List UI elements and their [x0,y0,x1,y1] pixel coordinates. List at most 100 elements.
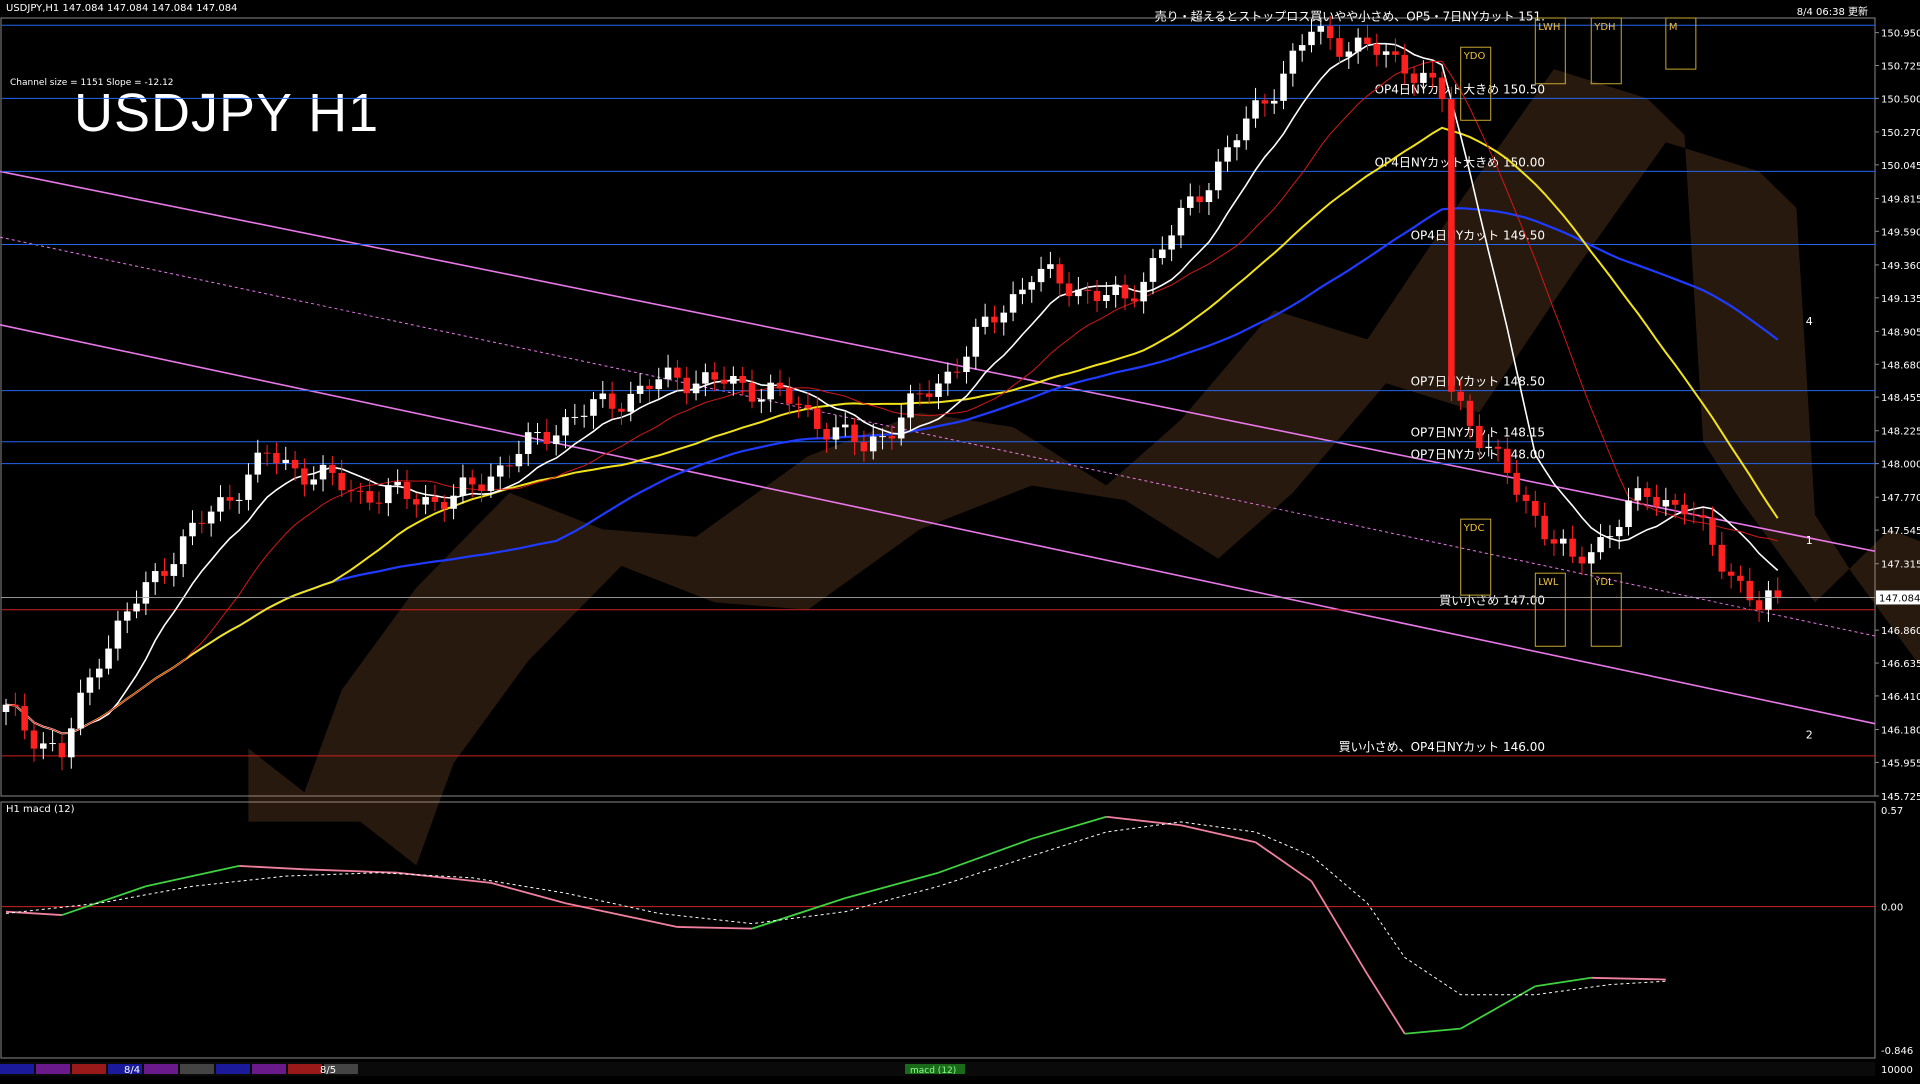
candle-body-90 [841,424,849,428]
bottom-block-6 [216,1064,250,1074]
y-tick-label-19: 146.635 [1881,659,1920,670]
candle-body-84 [786,388,793,404]
candle-body-3 [30,730,38,749]
macd-tick-label-2: -0.846 [1881,1046,1913,1057]
candle-body-140 [1308,31,1315,46]
candle-body-138 [1289,50,1297,74]
level-label-2: OP4日NYカット大きめ 150.00 [1375,155,1545,169]
level-label-8: 買い小さめ、OP4日NYカット 146.00 [1339,740,1545,754]
y-tick-label-5: 149.815 [1881,194,1920,205]
bottom-date-1: 8/5 [320,1065,336,1076]
macd-segment-10 [845,871,939,900]
candle-body-20 [189,522,196,537]
candle-body-87 [814,408,821,430]
candle-body-125 [1168,235,1175,250]
candle-body-71 [664,367,672,380]
candle-body-98 [916,393,924,395]
candle-body-147 [1373,44,1381,55]
candle-body-162 [1513,472,1520,495]
macd-segment-19 [1460,985,1536,1030]
candle-body-31 [291,459,299,469]
candle-body-110 [1028,282,1036,290]
candle-body-117 [1093,290,1101,302]
box-label-1: YDH [1593,22,1615,33]
macd-segment-15 [1255,841,1313,882]
current-price-label: 147.084 [1879,593,1920,604]
candle-body-72 [674,367,681,378]
candle-body-139 [1298,45,1306,51]
macd-signal-line [5,821,1666,996]
candle-body-45 [422,497,429,505]
chart-root[interactable]: 売り・超えるとストップロス買いやや小さめ、OP5・7日NYカット 151. OP4… [0,0,1920,1080]
macd-segment-6 [490,882,566,905]
candle-body-142 [1326,26,1334,39]
candle-body-149 [1392,51,1399,55]
candle-body-57 [534,432,541,434]
macd-segment-17 [1366,973,1406,1035]
candle-body-177 [1653,496,1660,507]
candle-body-121 [1131,298,1138,302]
candle-body-16 [151,571,159,583]
candle-body-115 [1075,289,1082,297]
candle-body-8 [77,692,84,729]
candle-body-7 [68,728,75,758]
y-tick-label-20: 146.410 [1881,692,1920,703]
y-tick-label-7: 149.360 [1881,261,1920,272]
candle-body-109 [1019,289,1026,295]
candle-body-132 [1233,140,1241,148]
candle-body-105 [981,316,989,327]
candle-body-92 [860,442,868,452]
candle-body-100 [935,383,942,397]
candle-body-190 [1774,590,1782,598]
candle-body-59 [552,435,560,444]
candle-body-27 [254,452,262,475]
level-label-0: 売り・超えるとストップロス買いやや小さめ、OP5・7日NYカット 151. [1155,8,1545,23]
macd-segment-16 [1310,880,1369,975]
wave-label-1: 1 [1806,534,1813,547]
candle-body-104 [972,326,980,357]
candle-body-14 [133,603,140,612]
candle-body-33 [310,479,317,485]
candle-body-0 [2,704,10,712]
candle-body-130 [1214,161,1222,191]
candle-body-133 [1242,118,1250,141]
box-label-6: YDL [1593,577,1614,588]
candle-body-60 [562,417,569,436]
candle-body-148 [1382,51,1390,55]
candle-body-123 [1149,258,1157,282]
level-label-3: OP4日NYカット 149.50 [1411,228,1545,242]
box-label-0: LWH [1538,22,1560,33]
candle-body-158 [1476,425,1483,449]
candle-body-167 [1560,538,1567,544]
candle-body-85 [795,403,802,405]
candle-body-185 [1727,571,1735,576]
bottom-block-5 [180,1064,214,1074]
candle-body-78 [730,375,737,384]
candle-body-111 [1037,268,1045,283]
candle-body-30 [282,459,290,464]
candle-body-39 [366,491,373,503]
candle-body-82 [767,382,774,400]
candle-body-120 [1121,284,1129,299]
candle-body-183 [1709,517,1716,545]
candle-body-23 [217,497,224,512]
candle-body-43 [403,481,411,500]
candle-body-75 [702,372,709,384]
candle-body-127 [1187,196,1194,208]
candle-body-124 [1159,249,1166,259]
candle-body-46 [431,497,439,502]
candle-body-96 [897,417,905,439]
y-tick-label-23: 145.725 [1881,792,1920,803]
candle-body-11 [105,648,112,669]
candle-body-176 [1643,488,1651,497]
candle-body-69 [646,385,653,390]
candle-body-13 [123,611,131,621]
y-tick-label-1: 150.725 [1881,61,1920,72]
candle-body-56 [524,432,532,454]
macd-segment-18 [1404,1027,1461,1035]
y-tick-label-15: 147.545 [1881,526,1920,537]
macd-segment-3 [239,865,305,871]
candle-body-94 [879,436,886,438]
bottom-indicator-label: macd (12) [910,1066,956,1076]
candle-body-165 [1541,515,1548,540]
